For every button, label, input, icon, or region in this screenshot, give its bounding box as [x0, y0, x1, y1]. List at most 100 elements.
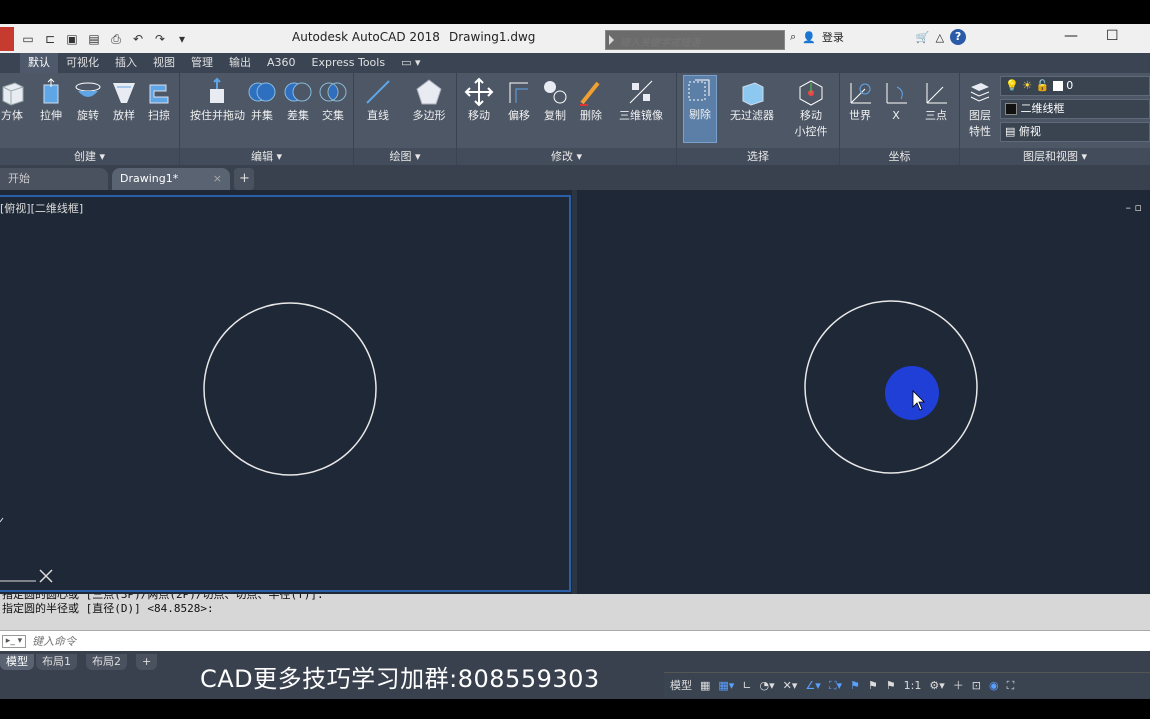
box-icon: [0, 77, 27, 107]
drawing-area[interactable]: [俯视][二维线框] – ▫: [0, 190, 1150, 594]
copy-button[interactable]: 复制: [535, 77, 575, 123]
panel-create-title[interactable]: 创建 ▾: [0, 148, 179, 165]
cart-icon[interactable]: 🛒: [916, 31, 930, 44]
ucs-x-button[interactable]: X: [876, 77, 916, 123]
help-search-box[interactable]: [605, 30, 785, 53]
tab-view[interactable]: 视图: [145, 53, 183, 73]
ucs-world-button[interactable]: 世界: [840, 77, 880, 123]
open-file-icon[interactable]: ⊏: [42, 31, 58, 47]
grid-icon[interactable]: ▦: [698, 676, 712, 696]
tab-insert[interactable]: 插入: [107, 53, 145, 73]
command-line: ▸_ ▾: [0, 630, 1150, 651]
maximize-icon[interactable]: ☐: [1106, 28, 1119, 44]
minimize-icon[interactable]: —: [1064, 28, 1078, 44]
tab-manage[interactable]: 管理: [183, 53, 221, 73]
hardware-accel-icon[interactable]: ◉: [987, 676, 1001, 696]
help-search-input[interactable]: [606, 34, 784, 53]
model-space-button[interactable]: 模型: [668, 676, 694, 696]
new-tab-button[interactable]: +: [234, 168, 254, 190]
tab-output[interactable]: 输出: [221, 53, 259, 73]
annotation-visibility-icon[interactable]: ⚑: [848, 676, 862, 696]
line-icon: [363, 77, 393, 107]
panel-edit-title[interactable]: 编辑 ▾: [180, 148, 353, 165]
circle-left[interactable]: [203, 302, 377, 476]
snap-icon[interactable]: ▦▾: [716, 676, 736, 696]
qat-dropdown-icon[interactable]: ▾: [174, 31, 190, 47]
layer-properties-button[interactable]: 图层 特性: [960, 77, 1000, 139]
login-link[interactable]: 登录: [822, 29, 844, 45]
search-expand-icon[interactable]: [609, 35, 614, 45]
move-button[interactable]: 移动: [459, 77, 499, 123]
dynamic-ucs-icon[interactable]: ⛶▾: [827, 676, 844, 696]
polygon-button[interactable]: 多边形: [406, 77, 452, 123]
panel-coordinates-title[interactable]: 坐标: [840, 148, 959, 165]
mirror3d-button[interactable]: 三维镜像: [617, 77, 665, 123]
viewport-right[interactable]: – ▫: [577, 195, 1150, 592]
erase-button[interactable]: 删除: [571, 77, 611, 123]
binoculars-icon[interactable]: ⌕: [790, 30, 796, 44]
visual-style-dropdown[interactable]: 二维线框: [1000, 99, 1150, 119]
tab-layout1[interactable]: 布局1: [36, 654, 77, 670]
print-icon[interactable]: ⎙: [108, 31, 124, 47]
revolve-button[interactable]: 旋转: [68, 77, 108, 123]
isolate-icon[interactable]: ⊡: [970, 676, 983, 696]
loft-button[interactable]: 放样: [104, 77, 144, 123]
extrude-button[interactable]: 拉伸: [31, 77, 71, 123]
osnap-track-icon[interactable]: ✕▾: [781, 676, 800, 696]
help-icon[interactable]: ?: [950, 29, 967, 45]
command-input[interactable]: [32, 633, 632, 649]
fullscreen-icon[interactable]: ⛶: [1005, 676, 1017, 696]
add-layout-button[interactable]: +: [136, 654, 158, 670]
new-file-icon[interactable]: ▭: [20, 31, 36, 47]
plus-icon[interactable]: ＋: [951, 676, 966, 696]
application-menu-button[interactable]: [0, 27, 14, 51]
tab-start[interactable]: 开始: [0, 168, 108, 190]
line-button[interactable]: 直线: [358, 77, 398, 123]
panel-draw-title[interactable]: 绘图 ▾: [354, 148, 456, 165]
tab-visualize[interactable]: 可视化: [58, 53, 107, 73]
save-as-icon[interactable]: ▤: [86, 31, 102, 47]
presspull-button[interactable]: 按住并拖动: [190, 77, 245, 123]
autoscale-icon[interactable]: ⚑: [884, 676, 898, 696]
cull-button[interactable]: 剔除: [683, 75, 717, 143]
close-tab-icon[interactable]: ×: [213, 168, 222, 190]
user-icon[interactable]: 👤: [802, 31, 816, 44]
tab-express-tools[interactable]: Express Tools: [304, 53, 394, 73]
ribbon-options-icon[interactable]: ▭ ▾: [393, 53, 428, 73]
workspace-gear-icon[interactable]: ⚙▾: [927, 676, 946, 696]
box-button[interactable]: 方体: [0, 77, 32, 123]
move-gizmo-button[interactable]: 移动 小控件: [789, 77, 833, 139]
no-filter-button[interactable]: 无过滤器: [727, 77, 777, 123]
tab-a360[interactable]: A360: [259, 53, 304, 73]
ortho-icon[interactable]: ∟: [740, 676, 753, 696]
tab-model[interactable]: 模型: [0, 654, 34, 670]
panel-select-title[interactable]: 选择: [677, 148, 839, 165]
polar-icon[interactable]: ◔▾: [758, 676, 777, 696]
tab-default[interactable]: 默认: [20, 53, 58, 73]
ucs-world-icon: [845, 77, 875, 107]
tab-drawing1[interactable]: Drawing1* ×: [112, 168, 230, 190]
ucs-3point-button[interactable]: 三点: [916, 77, 956, 123]
viewport-left[interactable]: [俯视][二维线框]: [0, 195, 571, 592]
layer-dropdown[interactable]: 💡 ☀ 🔓 0: [1000, 76, 1150, 96]
redo-icon[interactable]: ↷: [152, 31, 168, 47]
view-dropdown[interactable]: ▤ 俯视: [1000, 122, 1150, 142]
tab-drawing1-label: Drawing1*: [120, 172, 179, 185]
intersect-button[interactable]: 交集: [313, 77, 353, 123]
annotation-scale-icon[interactable]: ⚑: [866, 676, 880, 696]
command-prompt-icon[interactable]: ▸_ ▾: [2, 635, 26, 648]
osnap-icon[interactable]: ∠▾: [803, 676, 822, 696]
exchange-icon[interactable]: △: [936, 31, 944, 44]
sweep-button[interactable]: 扫掠: [139, 77, 179, 123]
save-icon[interactable]: ▣: [64, 31, 80, 47]
offset-button[interactable]: 偏移: [499, 77, 539, 123]
current-layer-name: 0: [1066, 79, 1074, 92]
subtract-button[interactable]: 差集: [278, 77, 318, 123]
panel-modify-title[interactable]: 修改 ▾: [457, 148, 676, 165]
scale-dropdown[interactable]: 1:1: [902, 676, 924, 696]
tab-layout2[interactable]: 布局2: [86, 654, 127, 670]
union-button[interactable]: 并集: [242, 77, 282, 123]
panel-layers-view-title[interactable]: 图层和视图 ▾: [960, 148, 1150, 165]
undo-icon[interactable]: ↶: [130, 31, 146, 47]
right-canvas: [804, 300, 978, 474]
